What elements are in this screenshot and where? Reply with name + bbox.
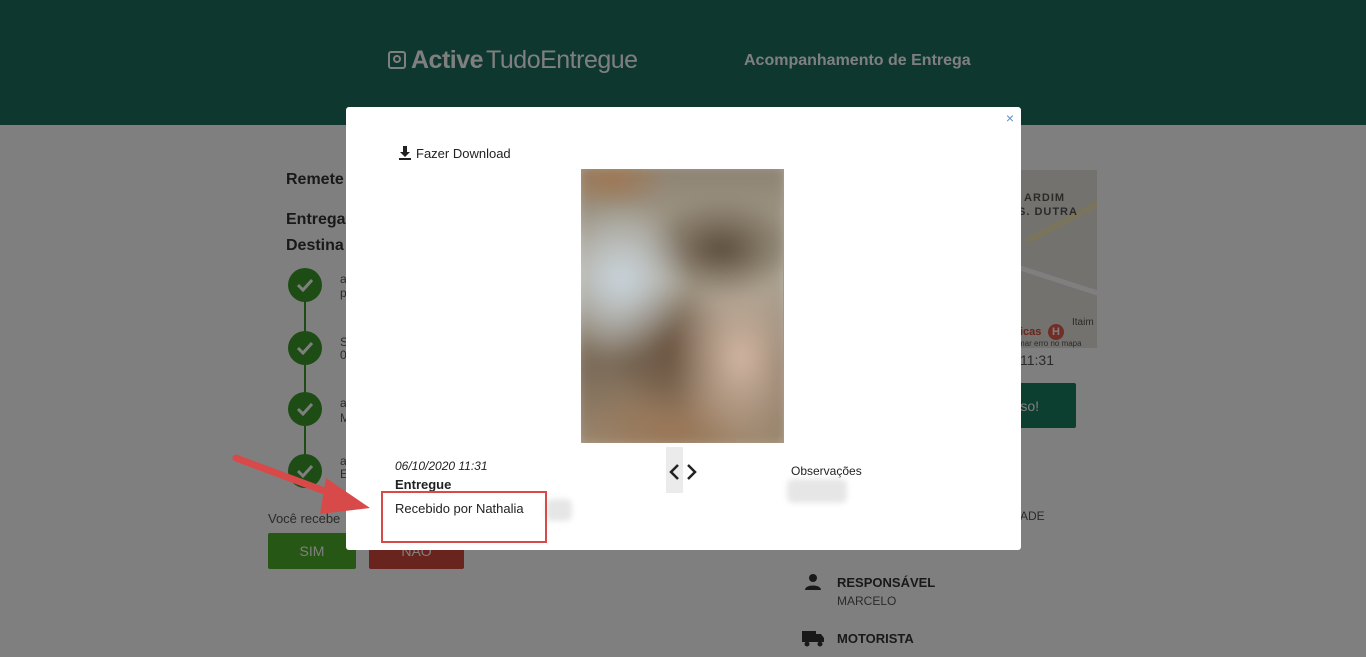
photo-content [581, 169, 783, 443]
photo-modal: × Fazer Download 06/10/2020 11:31 Entreg… [346, 107, 1021, 550]
chevron-right-icon[interactable] [685, 463, 698, 481]
observations-label: Observações [791, 464, 862, 478]
redacted-area [546, 499, 572, 521]
download-button[interactable]: Fazer Download [398, 145, 511, 161]
annotation-highlight-box [381, 491, 547, 543]
download-label: Fazer Download [416, 145, 511, 161]
download-icon [399, 146, 411, 160]
annotation-arrow-icon [232, 454, 370, 514]
chevron-left-icon[interactable] [668, 463, 681, 481]
close-icon[interactable]: × [1006, 111, 1014, 125]
delivery-photo[interactable] [581, 169, 784, 443]
event-status: Entregue [395, 477, 452, 492]
redacted-area [787, 479, 847, 503]
event-date: 06/10/2020 11:31 [395, 459, 488, 473]
